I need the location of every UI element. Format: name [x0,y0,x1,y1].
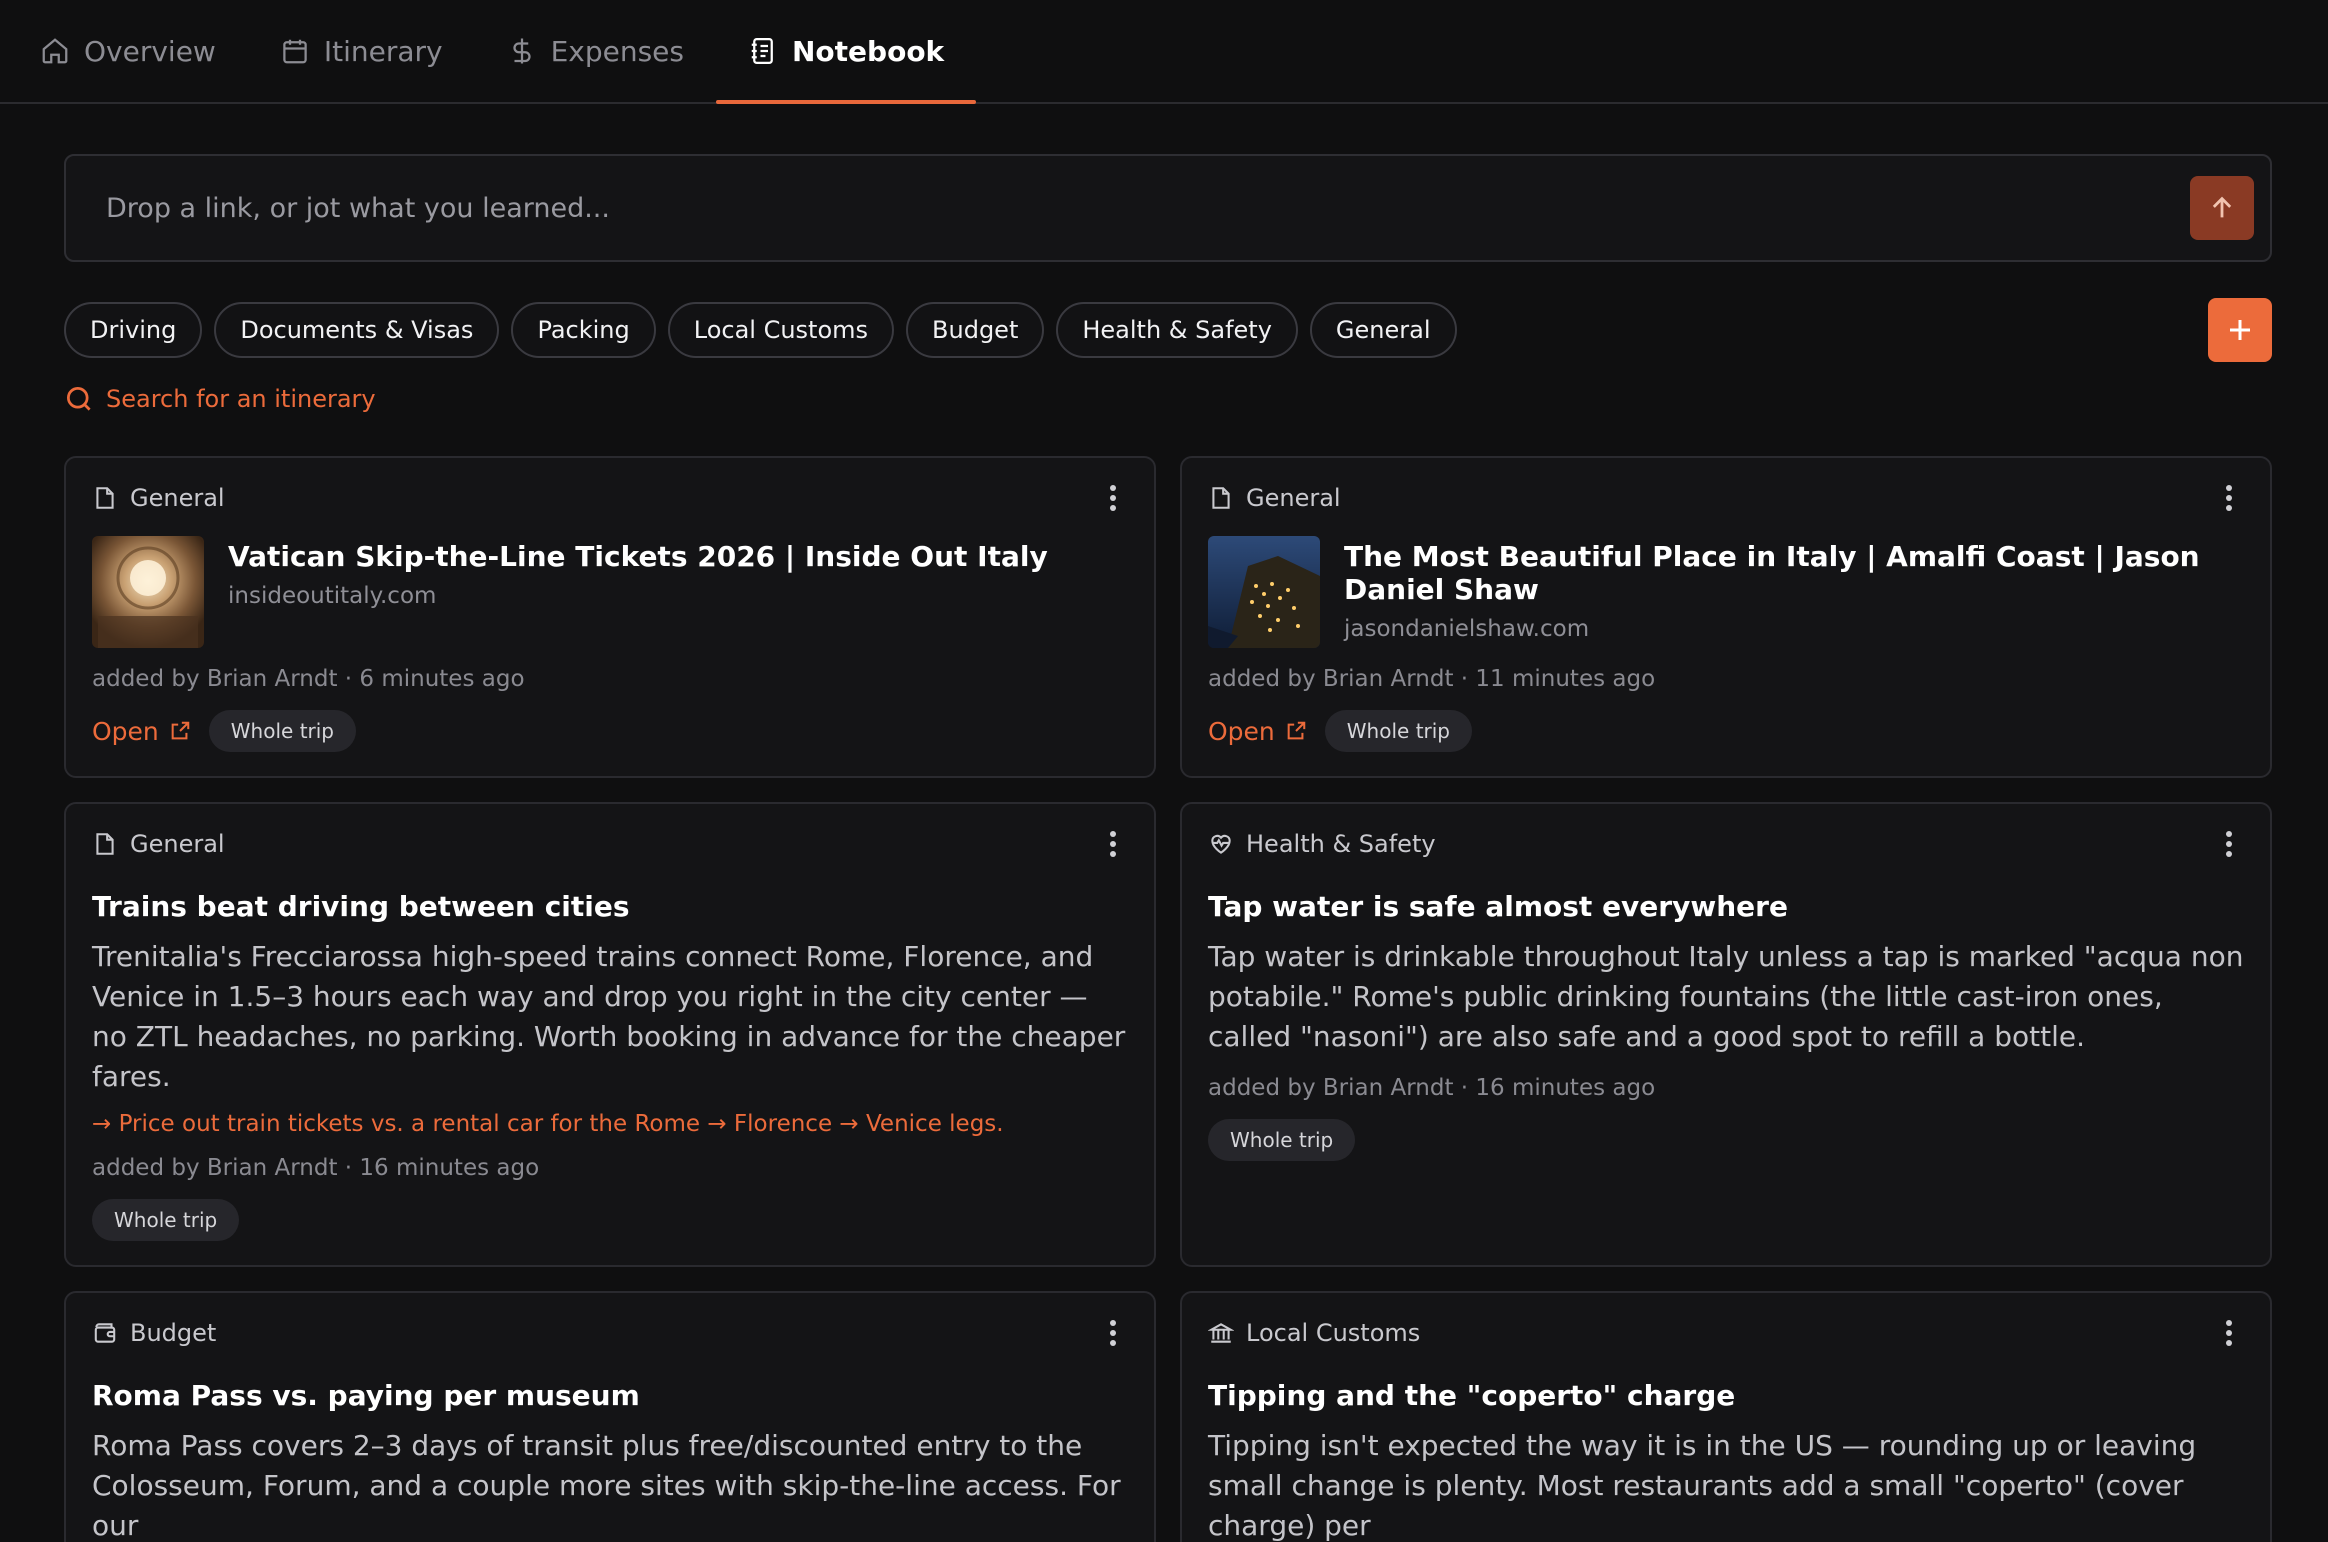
category-label: Health & Safety [1208,830,1436,858]
top-nav: Overview Itinerary Expenses Notebook [0,0,2328,104]
more-options-button[interactable] [1098,824,1128,864]
chip-general[interactable]: General [1309,302,1457,358]
link-thumbnail[interactable] [1208,536,1320,648]
link-domain: insideoutitaly.com [228,583,437,609]
added-by-meta: added by Brian Arndt · 16 minutes ago [92,1155,540,1181]
search-itinerary-link[interactable]: Search for an itinerary [64,384,376,414]
note-card: General Trains beat driving between citi… [64,802,1156,1267]
open-label: Open [92,716,159,746]
category-label: Budget [92,1319,216,1347]
note-body: Roma Pass covers 2–3 days of transit plu… [92,1429,1121,1542]
link-domain: jasondanielshaw.com [1344,616,1590,642]
kebab-menu-icon [1110,1320,1116,1346]
tab-label: Expenses [550,34,684,68]
chip-packing[interactable]: Packing [511,302,656,358]
more-options-button[interactable] [1098,478,1128,518]
add-category-button[interactable] [2208,298,2272,362]
tab-label: Overview [84,34,216,68]
submit-button[interactable] [2190,176,2254,240]
notes-grid: General Vatican Skip-the-Line Tickets 20… [64,456,2272,1542]
category-chips: Driving Documents & Visas Packing Local … [64,302,1457,358]
category-text: Health & Safety [1246,830,1436,858]
action-item: → Price out train tickets vs. a rental c… [92,1111,1004,1137]
category-text: General [130,830,225,858]
tab-overview[interactable]: Overview [36,0,248,102]
added-by-meta: added by Brian Arndt · 6 minutes ago [92,666,525,692]
wallet-icon [94,1323,116,1343]
note-title: Tipping and the "coperto" charge [1208,1379,1736,1412]
added-by-meta: added by Brian Arndt · 16 minutes ago [1208,1075,1656,1101]
note-title: Trains beat driving between cities [92,890,630,923]
category-label: General [92,830,225,858]
note-card: General [1180,456,2272,778]
scope-tag[interactable]: Whole trip [208,710,357,752]
kebab-menu-icon [1110,485,1116,511]
scope-tag[interactable]: Whole trip [92,1199,240,1241]
link-title[interactable]: Vatican Skip-the-Line Tickets 2026 | Ins… [228,540,1048,573]
tab-label: Notebook [792,34,945,68]
document-icon [1212,487,1230,509]
kebab-menu-icon [2226,1320,2232,1346]
tab-expenses[interactable]: Expenses [475,0,716,102]
note-input[interactable] [106,192,2190,224]
external-link-icon [171,721,190,740]
more-options-button[interactable] [2214,824,2244,864]
arrow-up-icon [2212,196,2232,218]
chip-health-safety[interactable]: Health & Safety [1056,302,1298,358]
calendar-icon [283,39,307,64]
category-text: General [1246,484,1341,512]
more-options-button[interactable] [1098,1313,1128,1353]
category-label: General [92,484,225,512]
notebook-main: Driving Documents & Visas Packing Local … [0,104,2328,1542]
external-link-icon [1287,721,1306,740]
document-icon [96,487,114,509]
note-title: Tap water is safe almost everywhere [1208,890,1788,923]
note-card: Health & Safety Tap water is safe almost… [1180,802,2272,1267]
category-text: General [130,484,225,512]
tab-notebook[interactable]: Notebook [716,0,977,104]
scope-tag[interactable]: Whole trip [1324,710,1473,752]
chip-local-customs[interactable]: Local Customs [667,302,895,358]
category-filter-row: Driving Documents & Visas Packing Local … [64,298,2272,362]
open-link-button[interactable]: Open [92,717,191,746]
open-label: Open [1208,716,1275,746]
category-text: Budget [130,1319,217,1347]
note-body: Tap water is drinkable throughout Italy … [1208,940,2244,1053]
dollar-icon [512,38,531,64]
search-link-label: Search for an itinerary [106,385,376,413]
link-thumbnail[interactable] [92,536,204,648]
kebab-menu-icon [2226,831,2232,857]
note-composer [64,154,2272,262]
tab-itinerary[interactable]: Itinerary [248,0,475,102]
document-icon [96,833,114,855]
added-by-meta: added by Brian Arndt · 11 minutes ago [1208,666,1656,692]
more-options-button[interactable] [2214,478,2244,518]
search-icon [67,387,91,411]
scope-tag[interactable]: Whole trip [1208,1119,1356,1161]
heart-pulse-icon [1211,834,1231,854]
chip-documents-visas[interactable]: Documents & Visas [214,302,500,358]
note-title: Roma Pass vs. paying per museum [92,1379,640,1412]
more-options-button[interactable] [2214,1313,2244,1353]
tab-label: Itinerary [323,34,443,68]
link-title[interactable]: The Most Beautiful Place in Italy | Amal… [1344,540,2244,606]
note-card: Local Customs Tipping and the "coperto" … [1180,1291,2272,1542]
chip-driving[interactable]: Driving [64,302,203,358]
chip-budget[interactable]: Budget [906,302,1045,358]
category-label: General [1208,484,1341,512]
kebab-menu-icon [1110,831,1116,857]
category-text: Local Customs [1246,1319,1421,1347]
category-label: Local Customs [1208,1319,1420,1347]
note-card: Budget Roma Pass vs. paying per museum R… [64,1291,1156,1542]
open-link-button[interactable]: Open [1208,717,1307,746]
home-icon [42,38,68,64]
landmark-icon [1208,1323,1234,1343]
kebab-menu-icon [2226,485,2232,511]
notebook-icon [751,38,773,64]
plus-icon [2230,320,2250,340]
note-card: General [64,456,1156,778]
note-body: Tipping isn't expected the way it is in … [1208,1429,2197,1542]
note-body: Trenitalia's Frecciarossa high-speed tra… [92,940,1126,1093]
